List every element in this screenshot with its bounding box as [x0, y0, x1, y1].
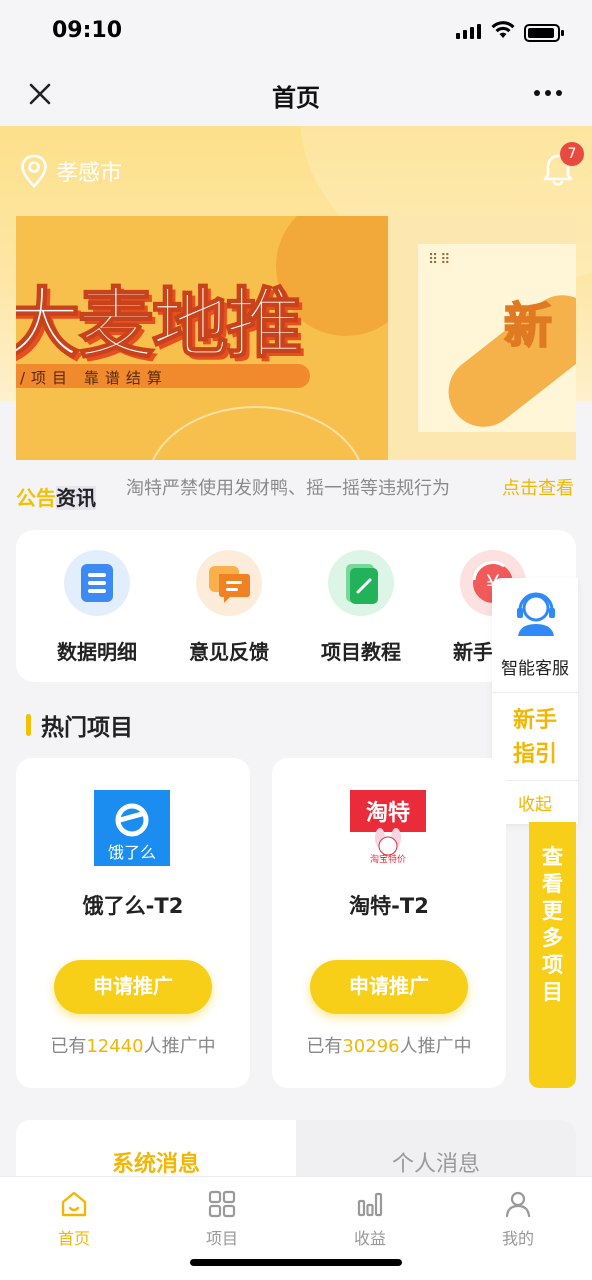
location-selector[interactable]: 孝感市: [20, 154, 122, 188]
cellular-signal-icon: [456, 24, 481, 39]
banner-slide-main: 大麦地推 /项目 靠谱结算: [16, 216, 388, 460]
announcement-view-link[interactable]: 点击查看: [502, 474, 574, 500]
tab-system-messages[interactable]: 系统消息: [16, 1120, 296, 1180]
menu-item-project-tutorial[interactable]: 项目教程: [296, 550, 426, 665]
home-icon: [61, 1191, 87, 1217]
svg-text:饿了么: 饿了么: [108, 843, 156, 862]
project-name: 饿了么-T2: [82, 894, 184, 918]
view-more-label: 查看更多项目: [542, 845, 563, 1004]
menu-label: 意见反馈: [189, 640, 269, 664]
banner-slide-next: ⠿⠿ 新: [388, 216, 576, 460]
home-indicator: [190, 1259, 402, 1266]
navigation-bar: 首页: [0, 62, 592, 126]
promo-banner[interactable]: 大麦地推 /项目 靠谱结算 ⠿⠿ 新: [16, 216, 576, 460]
battery-icon: [524, 24, 564, 42]
tutorial-icon: [328, 550, 394, 616]
apply-promotion-button[interactable]: 申请推广: [310, 960, 468, 1014]
status-time: 09:10: [52, 18, 123, 43]
customer-service-label[interactable]: 智能客服: [492, 654, 578, 679]
grid-icon: [208, 1190, 236, 1218]
tab-personal-messages[interactable]: 个人消息: [296, 1120, 576, 1180]
tab-label: 项目: [205, 1229, 238, 1248]
project-card-taote[interactable]: 淘特 淘宝特价 淘特-T2 申请推广 已有30296人推广中: [272, 758, 506, 1088]
tab-projects[interactable]: 项目: [148, 1189, 296, 1249]
dots-decoration: ⠿⠿: [428, 252, 453, 268]
project-name: 淘特-T2: [349, 894, 429, 918]
announcement-text: 淘特严禁使用发财鸭、摇一摇等违规行为: [126, 478, 450, 499]
notification-badge: 7: [560, 142, 584, 166]
announcement-bar[interactable]: 公告资讯 淘特严禁使用发财鸭、摇一摇等违规行为 点击查看: [0, 460, 592, 520]
tab-home[interactable]: 首页: [0, 1189, 148, 1249]
taote-logo: 淘特 淘宝特价: [350, 790, 426, 866]
user-icon: [505, 1191, 531, 1218]
banner-title: 大麦地推: [16, 278, 303, 369]
data-detail-icon: [64, 550, 130, 616]
promoter-count: 已有12440人推广中: [50, 1036, 216, 1057]
customer-service-icon[interactable]: [512, 588, 560, 638]
message-tabs: 系统消息 个人消息: [16, 1120, 576, 1180]
page-title: 首页: [272, 84, 320, 112]
announcement-label: 公告资讯: [16, 486, 96, 510]
tab-mine[interactable]: 我的: [444, 1189, 592, 1249]
banner-subtitle: /项目 靠谱结算: [20, 369, 168, 387]
svg-text:淘宝特价: 淘宝特价: [370, 853, 406, 865]
svg-text:淘特: 淘特: [366, 800, 410, 826]
apply-promotion-button[interactable]: 申请推广: [54, 960, 212, 1014]
project-card-eleme[interactable]: 饿了么 饿了么-T2 申请推广 已有12440人推广中: [16, 758, 250, 1088]
tab-label: 首页: [57, 1229, 90, 1248]
feedback-icon: [196, 550, 262, 616]
wifi-icon: [491, 21, 515, 38]
more-options-icon[interactable]: [534, 90, 562, 96]
hot-projects-heading: 热门项目: [26, 708, 133, 742]
menu-item-data-detail[interactable]: 数据明细: [32, 550, 162, 665]
menu-label: 数据明细: [57, 640, 137, 664]
bar-chart-icon: [357, 1192, 383, 1217]
newbie-guide-button[interactable]: 新手 指引: [492, 704, 578, 772]
view-more-projects-tab[interactable]: 查看更多项目: [529, 822, 576, 1088]
eleme-logo: 饿了么: [94, 790, 170, 866]
tab-earnings[interactable]: 收益: [296, 1189, 444, 1249]
promoter-count: 已有30296人推广中: [306, 1036, 472, 1057]
menu-label: 项目教程: [321, 640, 401, 664]
status-bar: 09:10: [0, 0, 592, 62]
tab-label: 我的: [501, 1229, 534, 1248]
location-pin-icon: [21, 154, 47, 188]
city-name: 孝感市: [56, 161, 123, 186]
banner-next-text: 新: [503, 297, 553, 355]
tab-label: 收益: [353, 1229, 386, 1248]
menu-item-feedback[interactable]: 意见反馈: [164, 550, 294, 665]
